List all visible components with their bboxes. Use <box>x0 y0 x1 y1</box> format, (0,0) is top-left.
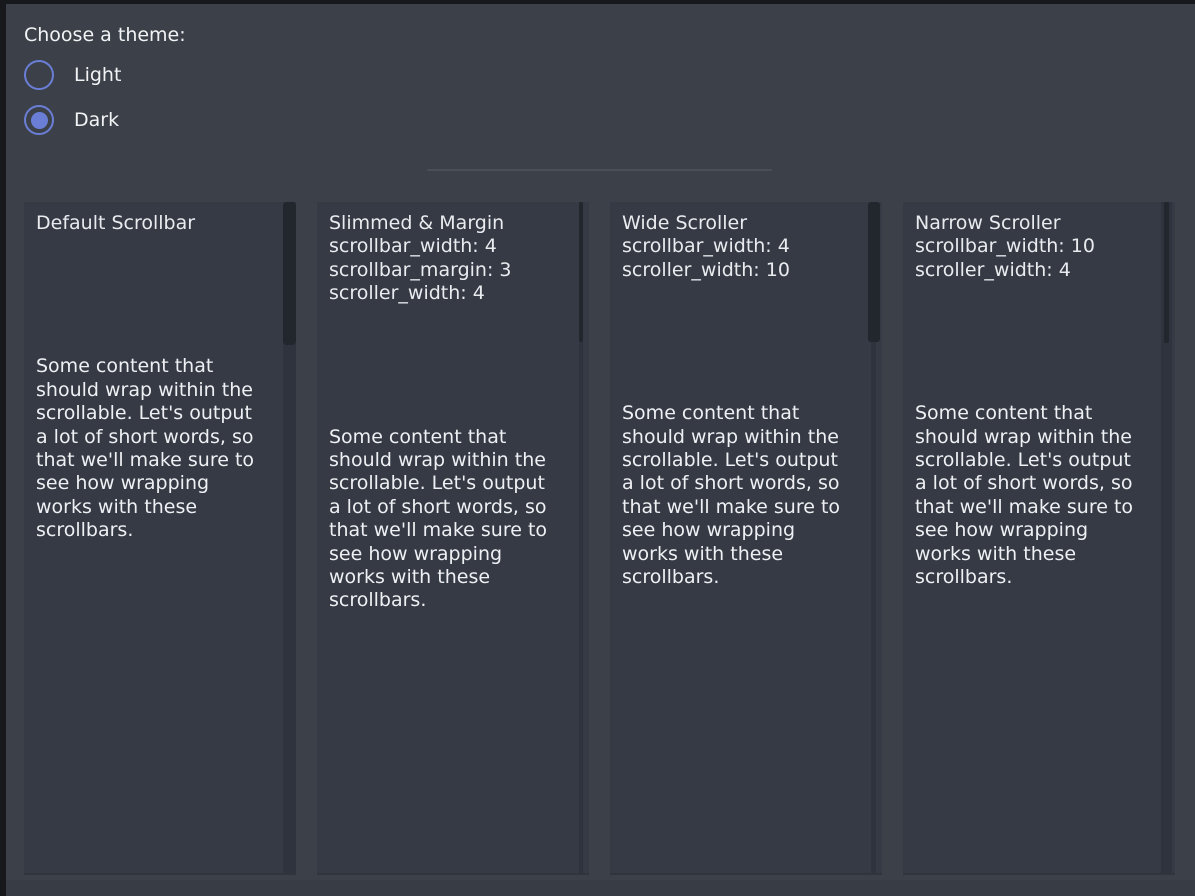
text-line: should wrap within the <box>622 426 852 449</box>
text-line: see how wrapping <box>622 519 852 542</box>
panel-params: scrollbar_width: 10scroller_width: 4 <box>915 235 1145 282</box>
bottom-scrollbar-area[interactable] <box>6 880 1195 896</box>
radio-label-dark: Dark <box>74 109 119 131</box>
text-line: works with these <box>622 543 852 566</box>
panel-body-text: Some content thatshould wrap within thes… <box>622 402 852 589</box>
text-line: should wrap within the <box>915 426 1145 449</box>
text-line: see how wrapping <box>915 519 1145 542</box>
text-line: scrollable. Let's output <box>36 402 266 425</box>
radio-option-light[interactable]: Light <box>24 59 121 91</box>
vertical-scrollbar-thumb[interactable] <box>868 202 880 342</box>
panel-body-text: Some content thatshould wrap within thes… <box>915 402 1145 589</box>
text-line: Some content that <box>36 355 266 378</box>
text-line: that we'll make sure to <box>622 496 852 519</box>
text-line: should wrap within the <box>329 449 559 472</box>
vertical-scrollbar-thumb[interactable] <box>283 202 296 345</box>
text-line: scrollable. Let's output <box>329 472 559 495</box>
panel-slimmed-margin[interactable]: Slimmed & Margin scrollbar_width: 4scrol… <box>317 202 589 873</box>
text-line: Some content that <box>329 426 559 449</box>
panel-params: scrollbar_width: 4scroller_width: 10 <box>622 235 852 282</box>
radio-circle-unselected-icon <box>24 60 54 90</box>
text-line: scrollable. Let's output <box>915 449 1145 472</box>
text-line: scroller_width: 4 <box>329 282 559 305</box>
text-line: a lot of short words, so <box>329 496 559 519</box>
vertical-scrollbar-thumb[interactable] <box>1164 202 1169 343</box>
text-line: a lot of short words, so <box>622 472 852 495</box>
text-line: scrollbar_width: 10 <box>915 235 1145 258</box>
panel-title: Narrow Scroller <box>915 212 1145 235</box>
panel-wide-scroller[interactable]: Wide Scroller scrollbar_width: 4scroller… <box>610 202 882 873</box>
vertical-scrollbar-thumb[interactable] <box>579 202 583 342</box>
text-line: scrollable. Let's output <box>622 449 852 472</box>
panel-body-text: Some content thatshould wrap within thes… <box>36 355 266 542</box>
panel-title: Wide Scroller <box>622 212 852 235</box>
radio-option-dark[interactable]: Dark <box>24 104 119 136</box>
radio-circle-selected-icon <box>24 105 54 135</box>
panel-params: scrollbar_width: 4scrollbar_margin: 3scr… <box>329 235 559 305</box>
text-line: scrollbars. <box>622 566 852 589</box>
text-line: Some content that <box>915 402 1145 425</box>
radio-label-light: Light <box>74 64 121 86</box>
text-line: see how wrapping <box>36 472 266 495</box>
app-page: Choose a theme: Light Dark Default Scrol… <box>6 4 1195 896</box>
radio-dot-icon <box>31 112 48 129</box>
panel-body-text: Some content thatshould wrap within thes… <box>329 426 559 613</box>
text-line: scrollbars. <box>36 519 266 542</box>
horizontal-divider <box>427 169 772 171</box>
text-line: scrollbars. <box>915 566 1145 589</box>
text-line: scrollbar_margin: 3 <box>329 259 559 282</box>
text-line: scrollbars. <box>329 589 559 612</box>
text-line: scroller_width: 4 <box>915 259 1145 282</box>
panel-narrow-scroller[interactable]: Narrow Scroller scrollbar_width: 10scrol… <box>903 202 1175 873</box>
text-line: scroller_width: 10 <box>622 259 852 282</box>
theme-chooser-label: Choose a theme: <box>24 24 186 46</box>
text-line: scrollbar_width: 4 <box>329 235 559 258</box>
panel-default-scrollbar[interactable]: Default Scrollbar Some content thatshoul… <box>24 202 296 873</box>
text-line: should wrap within the <box>36 379 266 402</box>
text-line: works with these <box>36 496 266 519</box>
text-line: works with these <box>329 566 559 589</box>
text-line: that we'll make sure to <box>329 519 559 542</box>
text-line: Some content that <box>622 402 852 425</box>
text-line: that we'll make sure to <box>36 449 266 472</box>
text-line: a lot of short words, so <box>36 426 266 449</box>
text-line: that we'll make sure to <box>915 496 1145 519</box>
panel-title: Slimmed & Margin <box>329 212 559 235</box>
panel-title: Default Scrollbar <box>36 212 266 235</box>
text-line: scrollbar_width: 4 <box>622 235 852 258</box>
scrollbar-demo-panels: Default Scrollbar Some content thatshoul… <box>24 202 1175 873</box>
text-line: see how wrapping <box>329 543 559 566</box>
text-line: works with these <box>915 543 1145 566</box>
text-line: a lot of short words, so <box>915 472 1145 495</box>
